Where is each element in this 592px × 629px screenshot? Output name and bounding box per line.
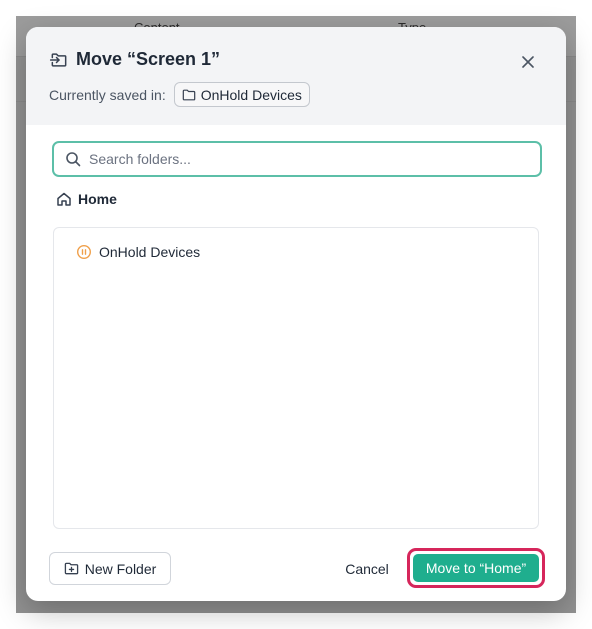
pause-circle-icon <box>76 244 92 260</box>
folder-name: OnHold Devices <box>99 244 201 260</box>
folder-icon <box>182 89 196 100</box>
close-icon <box>522 56 534 68</box>
cancel-label: Cancel <box>345 560 389 577</box>
folder-plus-icon <box>64 562 78 575</box>
current-location-row: Currently saved in: OnHold Devices <box>49 82 310 107</box>
breadcrumb-home[interactable]: Home <box>78 191 117 207</box>
close-button[interactable] <box>516 50 540 74</box>
new-folder-button[interactable]: New Folder <box>49 552 171 585</box>
dialog-title-row: Move “Screen 1” <box>49 49 220 70</box>
list-item[interactable]: OnHold Devices <box>76 244 200 260</box>
move-dialog: Move “Screen 1” Currently saved in: OnHo… <box>26 27 566 601</box>
folder-list: OnHold Devices <box>53 227 539 529</box>
dialog-header: Move “Screen 1” Currently saved in: OnHo… <box>26 27 566 125</box>
new-folder-label: New Folder <box>84 560 157 577</box>
current-folder-name: OnHold Devices <box>200 86 302 103</box>
cancel-button[interactable]: Cancel <box>336 554 398 583</box>
currently-saved-label: Currently saved in: <box>49 86 166 103</box>
move-button-label: Move to “Home” <box>425 560 527 576</box>
current-folder-chip: OnHold Devices <box>173 82 310 107</box>
move-button-highlight: Move to “Home” <box>407 548 545 588</box>
home-icon <box>57 192 71 206</box>
folder-search-box <box>52 141 542 177</box>
move-to-folder-icon <box>49 52 67 67</box>
move-button[interactable]: Move to “Home” <box>413 554 539 582</box>
breadcrumb: Home <box>56 191 117 207</box>
search-input[interactable] <box>89 151 509 167</box>
dialog-title: Move “Screen 1” <box>76 49 221 69</box>
search-icon <box>66 152 81 167</box>
